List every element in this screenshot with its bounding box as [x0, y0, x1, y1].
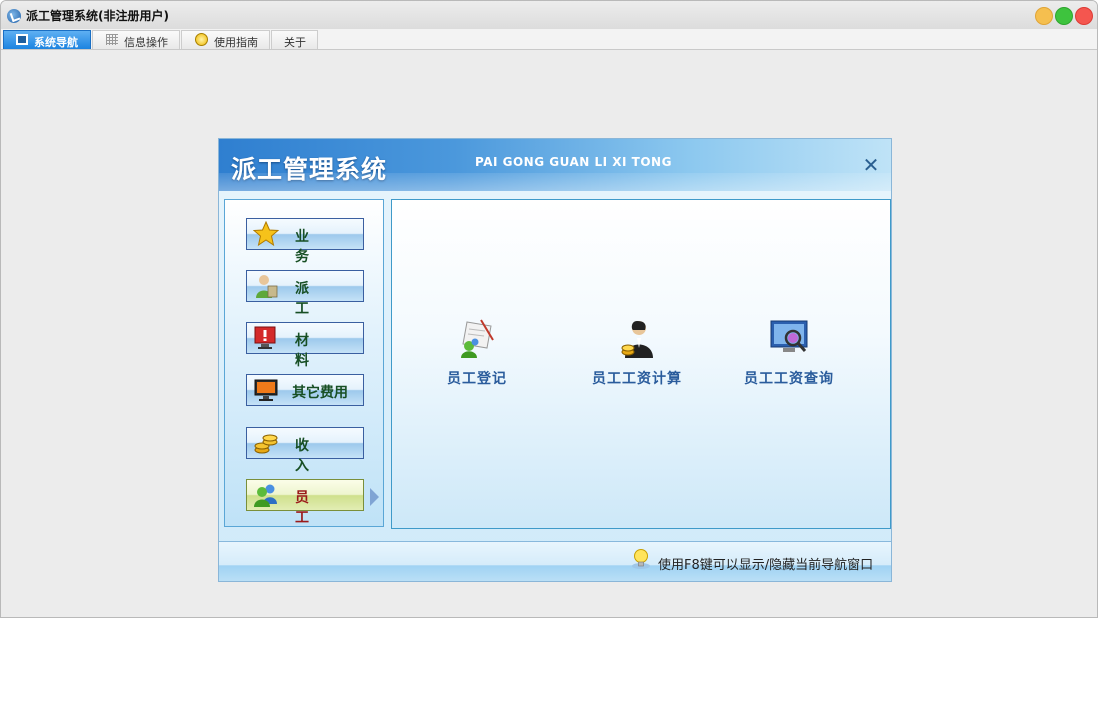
nav-label: 员 工: [295, 490, 331, 526]
nav-label: 派 工: [295, 281, 331, 317]
app-window: 派工管理系统(非注册用户) 系统导航 信息操作 使用指南 关于 派工管理系统 P…: [0, 0, 1098, 618]
tab-about[interactable]: 关于: [271, 30, 318, 49]
nav-label: 材 料: [295, 333, 331, 369]
nav-label: 收 入: [295, 438, 331, 474]
navigation-dialog: 派工管理系统 PAI GONG GUAN LI XI TONG ✕ 业 务 派 …: [218, 138, 892, 582]
tab-label: 使用指南: [214, 36, 258, 49]
maximize-button[interactable]: [1055, 7, 1073, 25]
monitor-icon: [254, 379, 278, 401]
coins-icon: [254, 434, 278, 454]
monitor-icon: [16, 34, 28, 45]
function-panel: 员工登记 员工工资计算 员工工资查询: [391, 199, 891, 529]
category-panel: 业 务 派 工 材 料 其它费用 收 入 员 工: [224, 199, 384, 527]
title-bar: 派工管理系统(非注册用户): [1, 1, 1097, 30]
grid-icon: [106, 34, 118, 45]
salary-query-icon: [770, 320, 808, 352]
nav-business-button[interactable]: 业 务: [246, 218, 364, 265]
salary-query-button[interactable]: 员工工资查询: [734, 318, 844, 388]
function-label: 员工工资查询: [744, 371, 834, 387]
nav-materials-button[interactable]: 材 料: [246, 322, 364, 369]
nav-other-expenses-button[interactable]: 其它费用: [246, 374, 364, 406]
alert-monitor-icon: [254, 326, 276, 349]
lightbulb-icon: [632, 549, 650, 569]
tab-bar: 系统导航 信息操作 使用指南 关于: [1, 29, 1097, 50]
function-label: 员工工资计算: [592, 371, 682, 387]
tab-user-guide[interactable]: 使用指南: [181, 30, 270, 49]
nav-income-button[interactable]: 收 入: [246, 427, 364, 474]
staff-register-button[interactable]: 员工登记: [422, 318, 532, 388]
tab-info-ops[interactable]: 信息操作: [92, 30, 180, 49]
function-label: 员工登记: [447, 371, 507, 387]
tab-label: 系统导航: [34, 36, 78, 49]
dialog-title: 派工管理系统: [231, 155, 388, 184]
nav-dispatch-button[interactable]: 派 工: [246, 270, 364, 317]
app-logo-icon: [7, 9, 21, 23]
nav-label: 其它费用: [292, 385, 348, 401]
salary-calc-button[interactable]: 员工工资计算: [582, 318, 692, 388]
close-button[interactable]: [1075, 7, 1093, 25]
active-arrow-icon: [370, 488, 379, 506]
dialog-footer: 使用F8键可以显示/隐藏当前导航窗口: [219, 541, 891, 581]
window-title: 派工管理系统(非注册用户): [26, 9, 169, 23]
nav-label: 业 务: [295, 229, 331, 265]
user-register-icon: [461, 319, 494, 358]
bulb-icon: [195, 33, 208, 46]
salary-calc-icon: [621, 321, 653, 358]
tab-label: 关于: [284, 36, 306, 49]
dialog-subtitle: PAI GONG GUAN LI XI TONG: [475, 155, 672, 169]
star-icon: [253, 221, 279, 247]
dialog-close-button[interactable]: ✕: [860, 155, 882, 177]
minimize-button[interactable]: [1035, 7, 1053, 25]
dialog-header: 派工管理系统 PAI GONG GUAN LI XI TONG ✕: [219, 139, 891, 191]
tab-label: 信息操作: [124, 36, 168, 49]
users-icon: [254, 484, 277, 507]
tab-system-nav[interactable]: 系统导航: [3, 30, 91, 49]
nav-staff-button[interactable]: 员 工: [246, 479, 364, 526]
f8-hint-text: 使用F8键可以显示/隐藏当前导航窗口: [658, 558, 874, 573]
worker-icon: [256, 275, 278, 298]
